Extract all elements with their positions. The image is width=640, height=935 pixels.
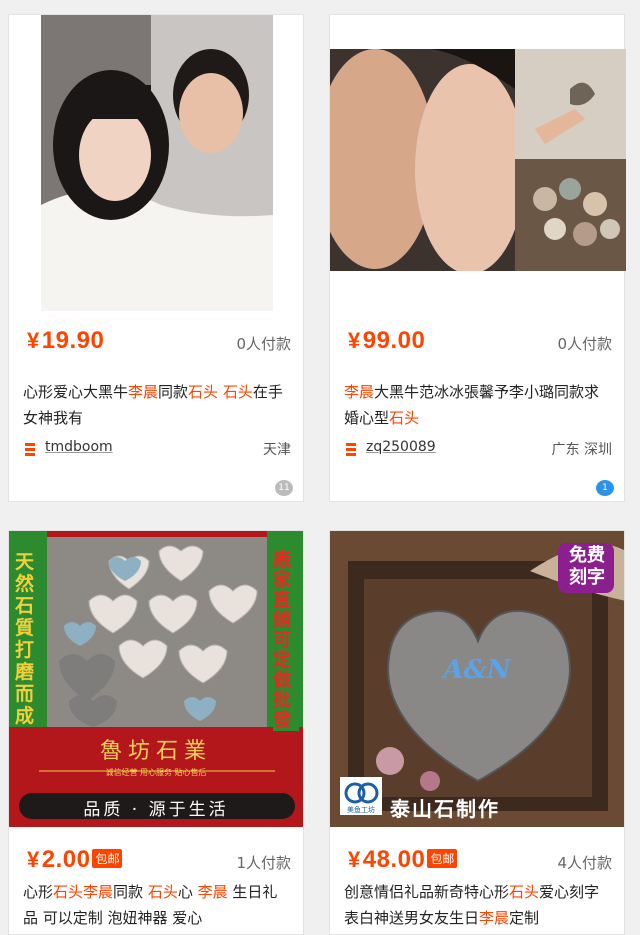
- comment-bubble-icon[interactable]: 1: [596, 480, 614, 496]
- price: ¥19.90: [27, 327, 105, 354]
- shop-icon: [346, 443, 356, 457]
- product-card-1[interactable]: ¥19.90 0人付款 心形爱心大黑牛李晨同款石头 石头在手 女神我有 tmdb…: [8, 14, 304, 502]
- price: ¥48.00 包邮: [348, 846, 458, 874]
- image-sub-text: 诚信经营 用心服务 贴心售后: [105, 768, 207, 777]
- product-title[interactable]: 心形爱心大黑牛李晨同款石头 石头在手 女神我有: [23, 379, 291, 431]
- free-shipping-badge: 包邮: [92, 849, 123, 868]
- product-card-4[interactable]: 免费刻字 A&N 美鱼工坊 泰山石制作 ¥48.00 包邮 4人付款 创意情侣礼品…: [329, 530, 625, 935]
- product-title[interactable]: 创意情侣礼品新奇特心形石头爱心刻字表白神送男女友生日李晨定制: [344, 879, 612, 931]
- product-image-4[interactable]: 免费刻字 A&N 美鱼工坊 泰山石制作: [330, 531, 624, 827]
- product-image-1[interactable]: [41, 15, 273, 311]
- free-shipping-badge: 包邮: [427, 849, 458, 868]
- product-image-2[interactable]: [330, 49, 626, 271]
- image-slogan-text: 品质 · 源于生活: [83, 800, 229, 820]
- paid-count: 0人付款: [236, 335, 291, 353]
- paid-count: 0人付款: [557, 335, 612, 353]
- image-caption-text: 泰山石制作: [390, 797, 500, 821]
- product-title[interactable]: 心形石头李晨同款 石头心 李晨 生日礼品 可以定制 泡妞神器 爱心: [23, 879, 291, 931]
- comment-bubble-icon[interactable]: 11: [275, 480, 293, 496]
- location: 广东 深圳: [551, 442, 612, 458]
- image-brand-text: 魯坊石業: [99, 739, 212, 764]
- product-card-2[interactable]: ¥99.00 0人付款 李晨大黑牛范冰冰張馨予李小璐同款求婚心型石头 zq250…: [329, 14, 626, 502]
- image-logo-label: 美鱼工坊: [347, 806, 375, 814]
- image-left-vertical-text: 天然石質打磨而成: [15, 551, 35, 727]
- price: ¥2.00 包邮: [27, 846, 123, 874]
- price: ¥99.00: [348, 327, 426, 354]
- product-title[interactable]: 李晨大黑牛范冰冰張馨予李小璐同款求婚心型石头: [344, 379, 612, 431]
- paid-count: 4人付款: [557, 854, 612, 872]
- product-image-3[interactable]: 天然石質打磨而成 廠家直銷 可定做批發 魯坊石業 诚信经营 用心服务 贴心售后 …: [9, 531, 303, 827]
- product-card-3[interactable]: 天然石質打磨而成 廠家直銷 可定做批發 魯坊石業 诚信经营 用心服务 贴心售后 …: [8, 530, 304, 935]
- shop-name-link[interactable]: zq250089: [366, 439, 436, 455]
- image-corner-text: 免费刻字: [569, 545, 605, 588]
- shop-name-link[interactable]: tmdboom: [45, 439, 113, 455]
- location: 天津: [263, 442, 291, 458]
- paid-count: 1人付款: [236, 854, 291, 872]
- shop-icon: [25, 443, 35, 457]
- image-engrave-text: A&N: [443, 655, 511, 685]
- image-right-vertical-text: 廠家直銷 可定做批發: [273, 551, 299, 731]
